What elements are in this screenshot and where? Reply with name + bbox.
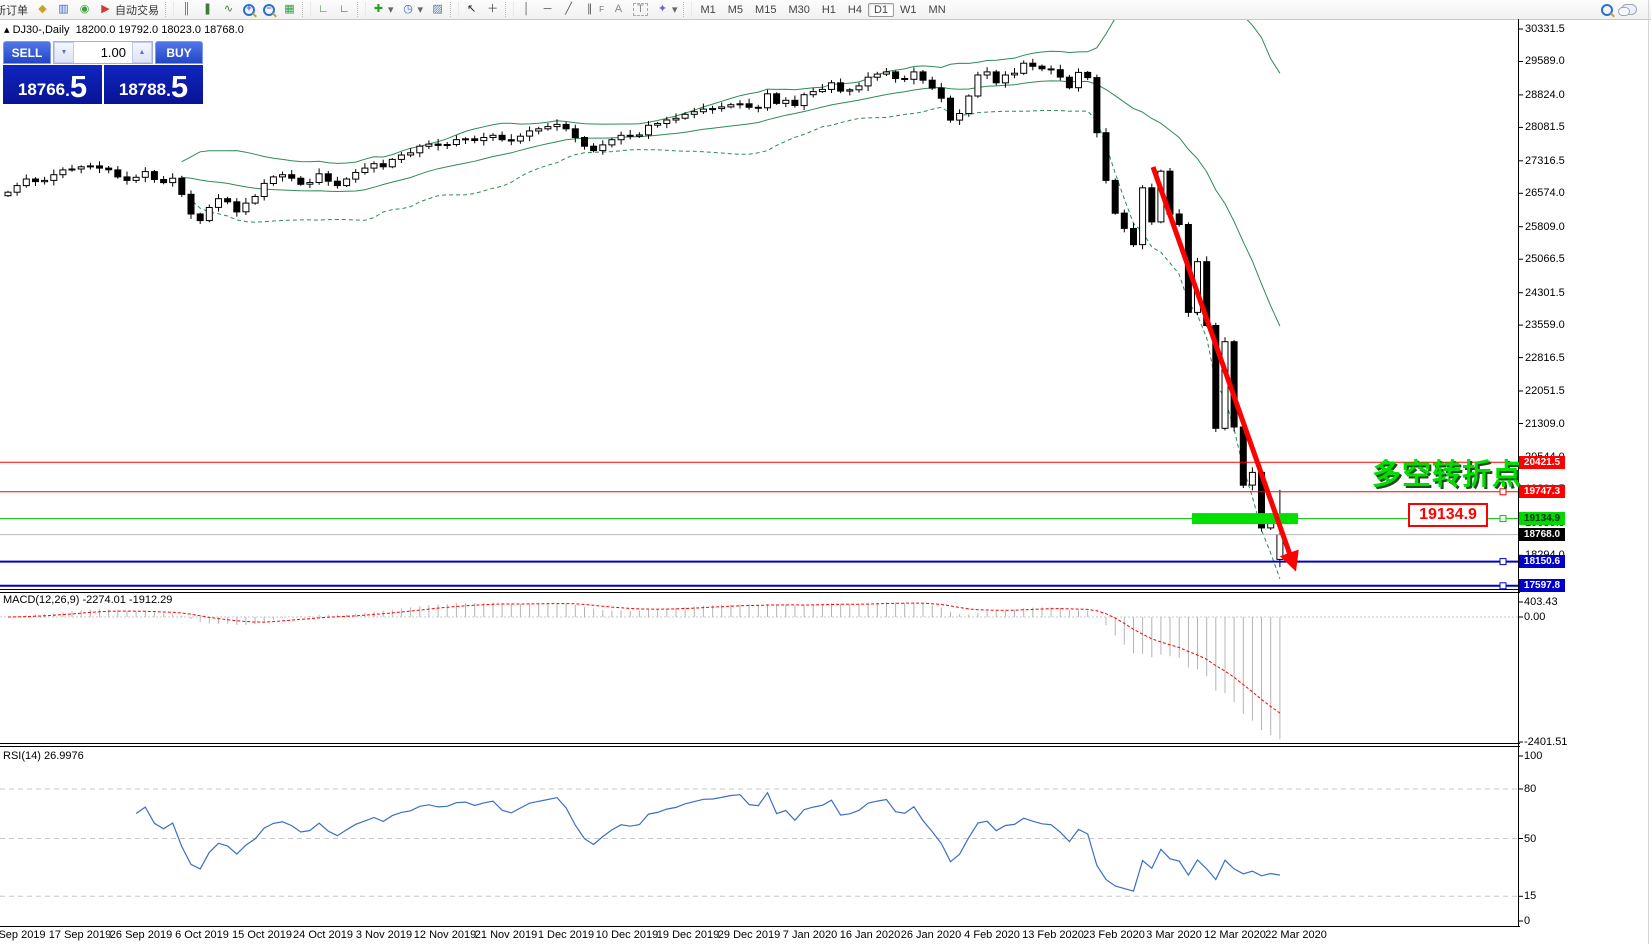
price-axis-tick: 24301.5 — [1525, 287, 1565, 299]
date-axis-label: 24 Oct 2019 — [293, 929, 353, 941]
date-axis-label: 12 Mar 2020 — [1204, 929, 1266, 941]
macd-axis-label: -2401.51 — [1524, 736, 1567, 748]
price-axis-tick: 23559.0 — [1525, 319, 1565, 331]
date-axis-label: 6 Oct 2019 — [175, 929, 229, 941]
macd-axis-label: 403.43 — [1524, 596, 1558, 608]
buy-button[interactable]: BUY — [155, 41, 203, 64]
date-axis-label: 19 Dec 2019 — [657, 929, 719, 941]
price-axis-tick: 26574.0 — [1525, 187, 1565, 199]
price-axis-tick: 30331.5 — [1525, 23, 1565, 35]
date-axis-label: 7 Jan 2020 — [783, 929, 837, 941]
date-axis-label: 3 Nov 2019 — [356, 929, 412, 941]
macd-indicator-label: MACD(12,26,9) -2274.01 -1912.29 — [3, 594, 172, 606]
close-value: 18768.0 — [204, 24, 244, 36]
price-axis-tick: 28824.0 — [1525, 89, 1565, 101]
macd-signal-value: -1912.29 — [129, 594, 172, 606]
sell-button[interactable]: SELL — [3, 41, 51, 64]
one-click-trade-panel: SELL ▼ 1.00 ▲ BUY 18766.5 18788.5 — [3, 41, 203, 104]
date-axis-label: 12 Nov 2019 — [414, 929, 476, 941]
macd-main-value: -2274.01 — [82, 594, 125, 606]
high-value: 19792.0 — [118, 24, 158, 36]
symbol-period-label: DJ30-,Daily — [13, 24, 70, 36]
volume-down-button[interactable]: ▼ — [54, 42, 74, 63]
volume-up-button[interactable]: ▲ — [132, 42, 152, 63]
window-right-edge — [1648, 0, 1649, 944]
price-line-badge: 19134.9 — [1519, 512, 1565, 525]
collapse-marker: ▴ — [4, 24, 10, 36]
price-line-badge: 17597.8 — [1519, 579, 1565, 592]
price-axis-tick: 25809.0 — [1525, 221, 1565, 233]
date-axis-label: 26 Jan 2020 — [901, 929, 962, 941]
date-axis-label: 21 Nov 2019 — [475, 929, 537, 941]
date-axis-label: 15 Oct 2019 — [232, 929, 292, 941]
rsi-axis-label: 80 — [1524, 783, 1536, 795]
turning-point-annotation[interactable]: 多空转折点 — [1372, 451, 1522, 493]
date-axis-label: 23 Feb 2020 — [1083, 929, 1145, 941]
date-axis-label: 13 Feb 2020 — [1022, 929, 1084, 941]
date-axis-label: 16 Jan 2020 — [840, 929, 901, 941]
sell-price-display[interactable]: 18766.5 — [3, 65, 102, 104]
price-axis-tick: 29589.0 — [1525, 55, 1565, 67]
price-axis-tick: 27316.5 — [1525, 155, 1565, 167]
date-axis-label: 29 Dec 2019 — [718, 929, 780, 941]
price-line-badge: 20421.5 — [1519, 456, 1565, 469]
volume-stepper: ▼ 1.00 ▲ — [53, 41, 153, 64]
date-axis-label: 3 Mar 2020 — [1146, 929, 1202, 941]
price-line-badge: 18768.0 — [1519, 528, 1565, 541]
date-axis-label: 26 Sep 2019 — [110, 929, 172, 941]
price-axis-tick: 22816.5 — [1525, 352, 1565, 364]
rsi-axis-label: 50 — [1524, 833, 1536, 845]
rsi-axis-label: 0 — [1524, 915, 1530, 927]
date-axis-label: 4 Feb 2020 — [964, 929, 1020, 941]
level-price-label[interactable]: 19134.9 — [1408, 503, 1488, 527]
date-axis-label: 22 Mar 2020 — [1265, 929, 1327, 941]
price-axis-tick: 21309.0 — [1525, 418, 1565, 430]
open-value: 18200.0 — [76, 24, 116, 36]
date-axis-label: 10 Dec 2019 — [596, 929, 658, 941]
buy-price-display[interactable]: 18788.5 — [104, 65, 203, 104]
rsi-axis-label: 15 — [1524, 890, 1536, 902]
low-value: 18023.0 — [161, 24, 201, 36]
price-line-badge: 19747.3 — [1519, 485, 1565, 498]
macd-axis-label: 0.00 — [1524, 611, 1545, 623]
volume-value[interactable]: 1.00 — [74, 42, 132, 63]
price-line-badge: 18150.6 — [1519, 555, 1565, 568]
mt4-window: { "toolbar": { "new_order_label": "新订单",… — [0, 0, 1651, 944]
price-axis-tick: 28081.5 — [1525, 121, 1565, 133]
rsi-indicator-label: RSI(14) 26.9976 — [3, 750, 84, 762]
date-axis-label: 1 Dec 2019 — [538, 929, 594, 941]
price-axis-tick: 22051.5 — [1525, 385, 1565, 397]
date-axis-label: 17 Sep 2019 — [49, 929, 111, 941]
price-axis-tick: 25066.5 — [1525, 253, 1565, 265]
chart-ohlc-title: ▴ DJ30-,Daily 18200.0 19792.0 18023.0 18… — [4, 23, 244, 36]
date-axis-label: Sep 2019 — [0, 929, 46, 941]
rsi-axis-label: 100 — [1524, 750, 1542, 762]
